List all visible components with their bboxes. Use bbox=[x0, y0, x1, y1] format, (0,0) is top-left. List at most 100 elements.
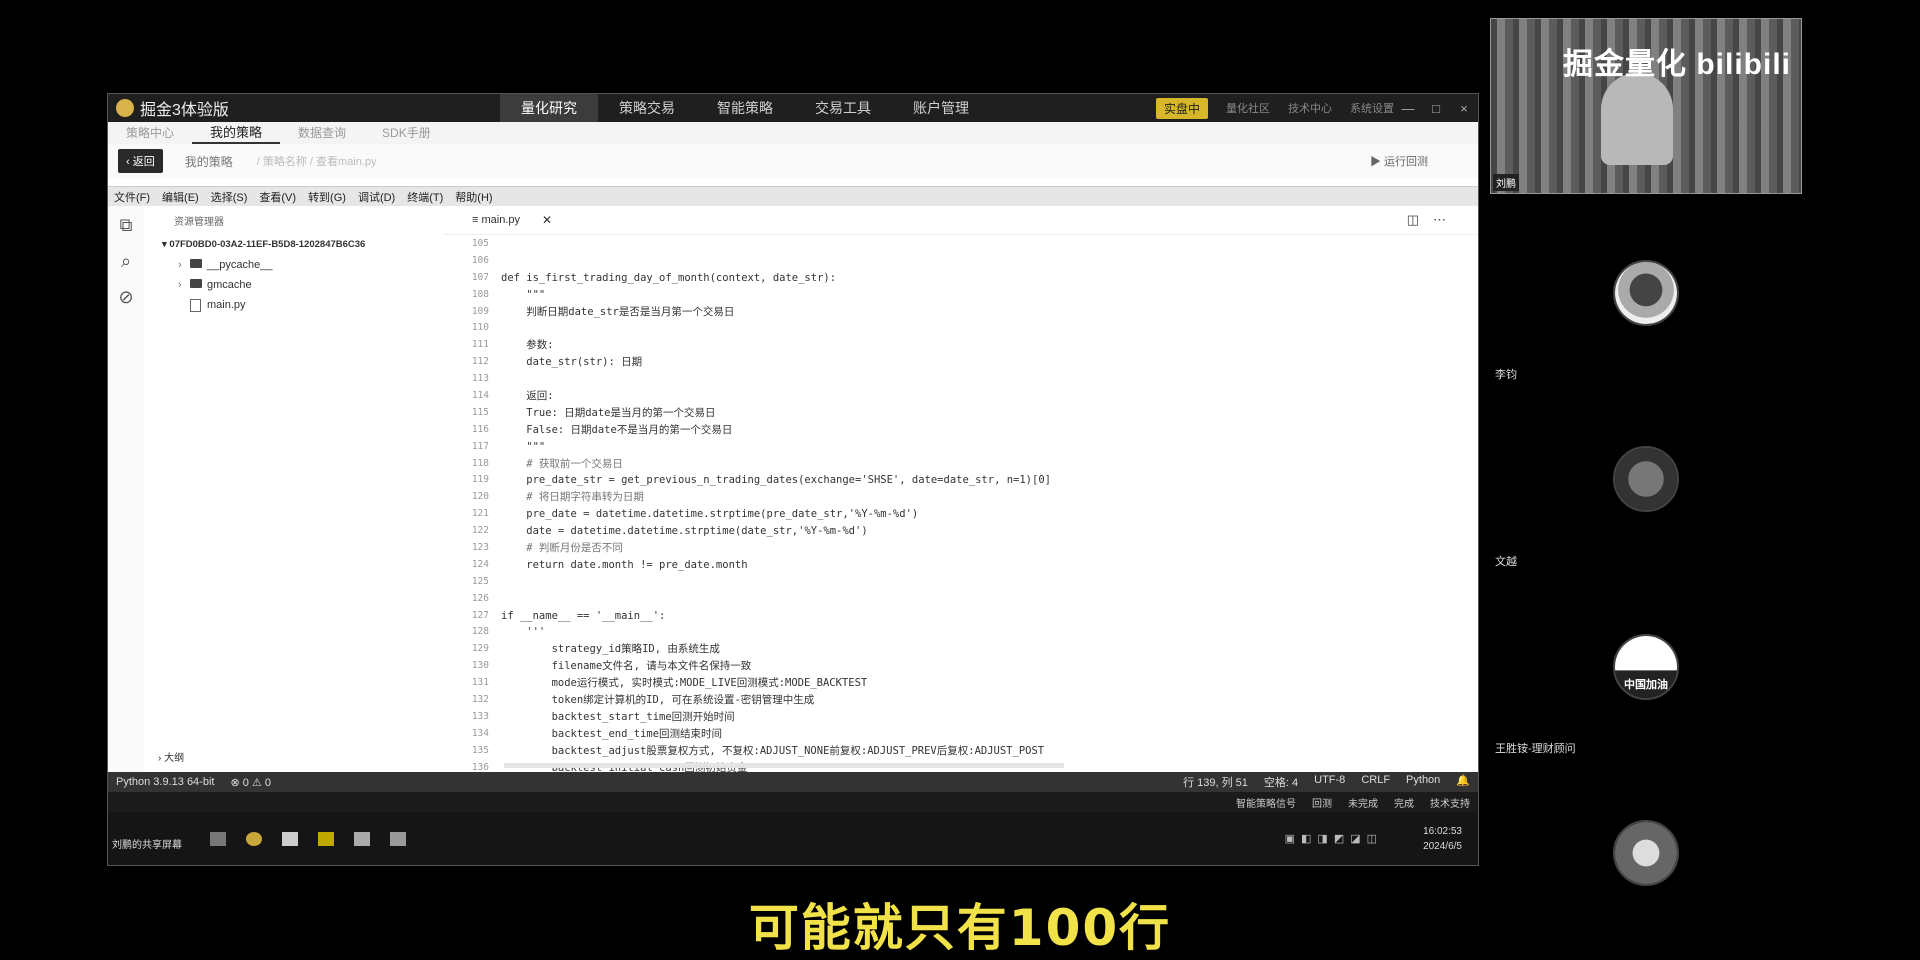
subtab-sdk[interactable]: SDK手册 bbox=[364, 122, 449, 144]
taskbar-app-icon[interactable] bbox=[390, 832, 406, 846]
menu-view[interactable]: 查看(V) bbox=[253, 189, 302, 205]
menu-go[interactable]: 转到(G) bbox=[302, 189, 352, 205]
code-line[interactable]: 111 参数: bbox=[444, 337, 1404, 354]
code-line[interactable]: 134 backtest_end_time回测结束时间 bbox=[444, 726, 1404, 743]
menu-edit[interactable]: 编辑(E) bbox=[156, 189, 205, 205]
horizontal-scrollbar[interactable] bbox=[504, 763, 1064, 768]
code-line[interactable]: 116 False: 日期date不是当月的第一个交易日 bbox=[444, 422, 1404, 439]
encoding[interactable]: UTF-8 bbox=[1306, 774, 1353, 790]
top-link-tech[interactable]: 技术中心 bbox=[1288, 100, 1332, 116]
tree-item-gmcache[interactable]: › gmcache bbox=[144, 275, 444, 295]
info-done[interactable]: 完成 bbox=[1386, 795, 1422, 810]
back-button[interactable]: ‹ 返回 bbox=[118, 149, 163, 173]
taskbar-app-icon[interactable] bbox=[282, 832, 298, 846]
info-support[interactable]: 技术支持 bbox=[1422, 795, 1478, 810]
code-line[interactable]: 129 strategy_id策略ID, 由系统生成 bbox=[444, 641, 1404, 658]
code-line[interactable]: 119 pre_date_str = get_previous_n_tradin… bbox=[444, 472, 1404, 489]
language-mode[interactable]: Python bbox=[1398, 774, 1448, 790]
code-line[interactable]: 105 bbox=[444, 236, 1404, 253]
breadcrumb[interactable]: 我的策略 bbox=[185, 153, 233, 170]
line-ending[interactable]: CRLF bbox=[1353, 774, 1398, 790]
taskbar-app-icon[interactable] bbox=[210, 832, 226, 846]
taskbar-app-icon[interactable] bbox=[354, 832, 370, 846]
code-line[interactable]: 117 """ bbox=[444, 439, 1404, 456]
code-line[interactable]: 107 def is_first_trading_day_of_month(con… bbox=[444, 270, 1404, 287]
nav-tab-trading[interactable]: 策略交易 bbox=[598, 94, 696, 122]
explorer-root-folder[interactable]: ▾ 07FD0BD0-03A2-11EF-B5D8-1202847B6C36 bbox=[144, 235, 444, 255]
more-icon[interactable]: ⋯ bbox=[1433, 212, 1460, 227]
code-line[interactable]: 112 date_str(str): 日期 bbox=[444, 354, 1404, 371]
code-line[interactable]: 114 返回: bbox=[444, 388, 1404, 405]
code-line[interactable]: 131 mode运行模式, 实时模式:MODE_LIVE回测模式:MODE_BA… bbox=[444, 675, 1404, 692]
taskbar-app-icon[interactable] bbox=[246, 832, 262, 846]
files-icon[interactable]: ⧉ bbox=[115, 214, 137, 236]
top-link-community[interactable]: 量化社区 bbox=[1226, 100, 1270, 116]
minimize-button[interactable]: — bbox=[1394, 101, 1422, 116]
close-button[interactable]: × bbox=[1450, 101, 1478, 116]
nav-tab-smart-strategy[interactable]: 智能策略 bbox=[696, 94, 794, 122]
info-signal[interactable]: 智能策略信号 bbox=[1228, 795, 1304, 810]
live-badge[interactable]: 实盘中 bbox=[1155, 97, 1208, 119]
menu-debug[interactable]: 调试(D) bbox=[352, 189, 401, 205]
bell-icon[interactable]: 🔔 bbox=[1448, 774, 1478, 790]
nav-tab-tools[interactable]: 交易工具 bbox=[794, 94, 892, 122]
menu-help[interactable]: 帮助(H) bbox=[449, 189, 498, 205]
menu-file[interactable]: 文件(F) bbox=[108, 189, 156, 205]
participant-avatar[interactable] bbox=[1613, 260, 1679, 326]
code-line[interactable]: 108 """ bbox=[444, 287, 1404, 304]
code-line[interactable]: 124 return date.month != pre_date.month bbox=[444, 557, 1404, 574]
subtab-my-strategy[interactable]: 我的策略 bbox=[192, 122, 281, 144]
debug-icon[interactable]: ⊘ bbox=[115, 286, 137, 308]
line-number: 125 bbox=[471, 575, 489, 587]
line-number: 119 bbox=[471, 474, 489, 486]
code-line[interactable]: 125 bbox=[444, 574, 1404, 591]
outline-section[interactable]: › 大纲 bbox=[158, 749, 184, 764]
subtab-data-query[interactable]: 数据查询 bbox=[280, 122, 364, 144]
code-lines[interactable]: 105 106 107 def is_first_trading_day_of_mon… bbox=[444, 236, 1404, 774]
menu-terminal[interactable]: 终端(T) bbox=[401, 189, 449, 205]
python-interpreter[interactable]: Python 3.9.13 64-bit bbox=[108, 776, 222, 788]
info-backtest[interactable]: 回测 bbox=[1304, 795, 1340, 810]
cursor-position[interactable]: 行 139, 列 51 bbox=[1175, 774, 1256, 790]
code-line[interactable]: 121 pre_date = datetime.datetime.strptim… bbox=[444, 506, 1404, 523]
split-editor-icon[interactable]: ◫ bbox=[1407, 212, 1433, 227]
nav-tab-account[interactable]: 账户管理 bbox=[892, 94, 990, 122]
code-line[interactable]: 123 # 判断月份是否不同 bbox=[444, 540, 1404, 557]
editor-tab-main-py[interactable]: ≡ main.py bbox=[464, 214, 528, 226]
code-line[interactable]: 126 bbox=[444, 591, 1404, 608]
subtab-strategy-center[interactable]: 策略中心 bbox=[108, 122, 192, 144]
problems-count[interactable]: ⊗ 0 ⚠ 0 bbox=[222, 776, 278, 789]
maximize-button[interactable]: □ bbox=[1422, 101, 1450, 116]
code-line[interactable]: 113 bbox=[444, 371, 1404, 388]
tree-item-pycache[interactable]: › __pycache__ bbox=[144, 255, 444, 275]
participant-avatar[interactable]: 中国加油 bbox=[1613, 634, 1679, 700]
top-link-settings[interactable]: 系统设置 bbox=[1350, 100, 1394, 116]
code-line[interactable]: 133 backtest_start_time回测开始时间 bbox=[444, 709, 1404, 726]
run-backtest-button[interactable]: ▶ 运行回测 bbox=[1370, 153, 1428, 169]
code-line[interactable]: 120 # 将日期字符串转为日期 bbox=[444, 489, 1404, 506]
search-icon[interactable]: ⌕ bbox=[115, 250, 137, 272]
code-line[interactable]: 128 ''' bbox=[444, 624, 1404, 641]
info-pending[interactable]: 未完成 bbox=[1340, 795, 1386, 810]
menu-selection[interactable]: 选择(S) bbox=[205, 189, 254, 205]
line-number: 130 bbox=[471, 660, 489, 672]
code-line[interactable]: 118 # 获取前一个交易日 bbox=[444, 456, 1404, 473]
code-line[interactable]: 106 bbox=[444, 253, 1404, 270]
code-line[interactable]: 132 token绑定计算机的ID, 可在系统设置-密钥管理中生成 bbox=[444, 692, 1404, 709]
tree-item-main-py[interactable]: main.py bbox=[144, 295, 444, 315]
close-tab-icon[interactable]: ✕ bbox=[542, 213, 552, 227]
code-line[interactable]: 110 bbox=[444, 320, 1404, 337]
code-line[interactable]: 122 date = datetime.datetime.strptime(da… bbox=[444, 523, 1404, 540]
indent-setting[interactable]: 空格: 4 bbox=[1256, 774, 1306, 790]
nav-tab-research[interactable]: 量化研究 bbox=[500, 94, 598, 122]
code-line[interactable]: 135 backtest_adjust股票复权方式, 不复权:ADJUST_NO… bbox=[444, 743, 1404, 760]
code-line[interactable]: 127 if __name__ == '__main__': bbox=[444, 608, 1404, 625]
line-number: 122 bbox=[471, 525, 489, 537]
code-line[interactable]: 109 判断日期date_str是否是当月第一个交易日 bbox=[444, 304, 1404, 321]
participant-avatar[interactable] bbox=[1613, 820, 1679, 886]
participant-avatar[interactable] bbox=[1613, 446, 1679, 512]
code-line[interactable]: 130 filename文件名, 请与本文件名保持一致 bbox=[444, 658, 1404, 675]
system-tray[interactable]: ▣◧◨◩◪◫ bbox=[1285, 832, 1383, 845]
taskbar-app-icon[interactable] bbox=[318, 832, 334, 846]
code-line[interactable]: 115 True: 日期date是当月的第一个交易日 bbox=[444, 405, 1404, 422]
